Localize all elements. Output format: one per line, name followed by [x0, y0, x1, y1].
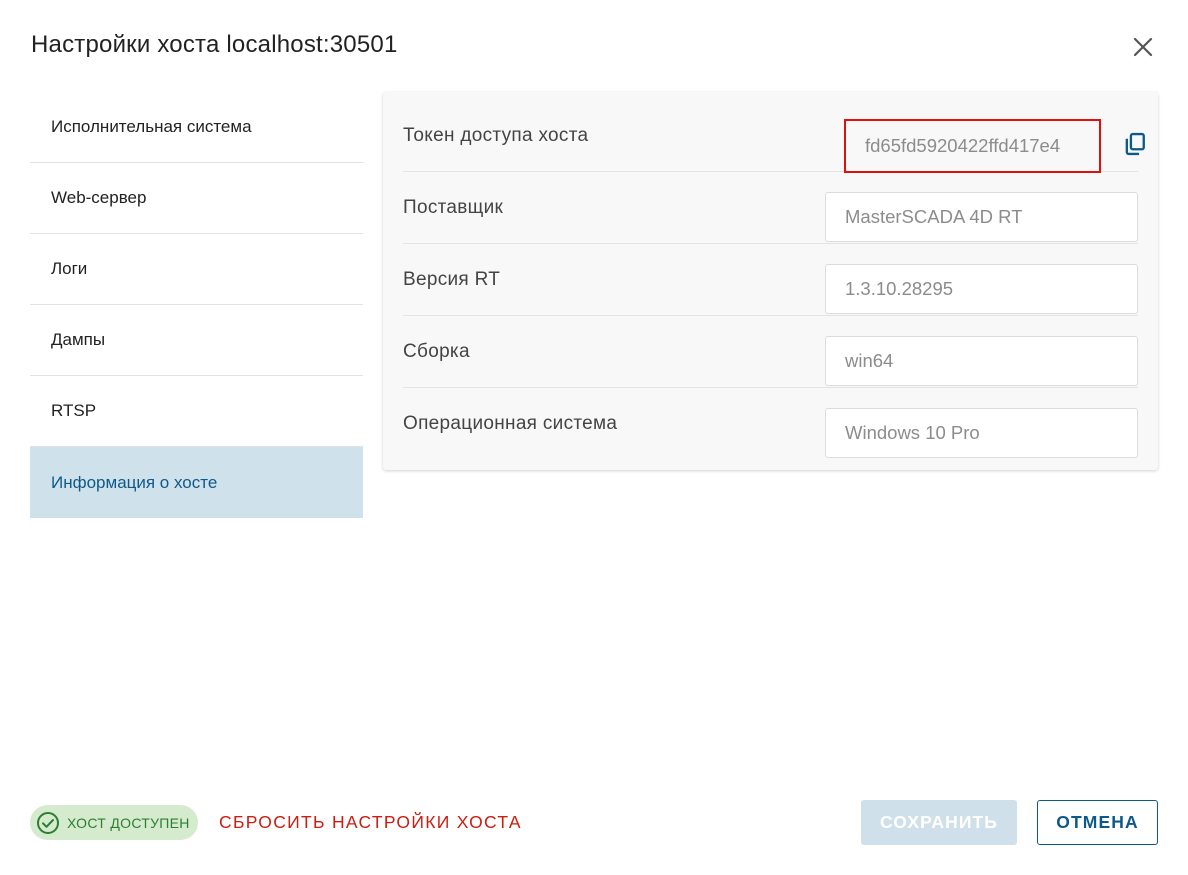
save-button[interactable]: СОХРАНИТЬ: [861, 800, 1017, 845]
settings-sidebar: Исполнительная система Web-сервер Логи Д…: [30, 92, 363, 518]
build-field[interactable]: win64: [825, 336, 1138, 386]
close-button[interactable]: [1128, 32, 1158, 62]
host-info-panel: Токен доступа хоста fd65fd5920422ffd417e…: [383, 92, 1158, 470]
sidebar-item-rtsp[interactable]: RTSP: [30, 376, 363, 447]
token-field[interactable]: fd65fd5920422ffd417e4: [844, 119, 1101, 173]
host-status-label: ХОСТ ДОСТУПЕН: [67, 814, 190, 831]
sidebar-item-executive-system[interactable]: Исполнительная система: [30, 92, 363, 163]
os-label: Операционная система: [403, 413, 618, 434]
copy-icon: [1125, 132, 1145, 156]
host-status-badge: ХОСТ ДОСТУПЕН: [30, 805, 198, 840]
sidebar-item-label: Исполнительная система: [51, 117, 252, 136]
token-label: Токен доступа хоста: [403, 125, 589, 146]
vendor-label: Поставщик: [403, 197, 504, 218]
rt-version-row: Версия RT 1.3.10.28295: [403, 244, 1138, 316]
rt-version-field[interactable]: 1.3.10.28295: [825, 264, 1138, 314]
sidebar-item-web-server[interactable]: Web-сервер: [30, 163, 363, 234]
sidebar-item-logs[interactable]: Логи: [30, 234, 363, 305]
check-circle-icon: [37, 811, 59, 834]
sidebar-item-label: RTSP: [51, 401, 97, 420]
build-label: Сборка: [403, 341, 470, 362]
cancel-button[interactable]: ОТМЕНА: [1037, 800, 1158, 845]
os-field[interactable]: Windows 10 Pro: [825, 408, 1138, 458]
sidebar-item-label: Web-сервер: [51, 188, 147, 207]
sidebar-item-label: Информация о хосте: [51, 472, 218, 492]
os-row: Операционная система Windows 10 Pro: [403, 388, 1138, 460]
close-icon: [1133, 37, 1153, 57]
token-row: Токен доступа хоста fd65fd5920422ffd417e…: [403, 100, 1145, 173]
rt-version-label: Версия RT: [403, 269, 501, 290]
copy-token-button[interactable]: [1121, 130, 1149, 158]
sidebar-item-dumps[interactable]: Дампы: [30, 305, 363, 376]
vendor-field[interactable]: MasterSCADA 4D RT: [825, 192, 1138, 242]
sidebar-item-label: Дампы: [51, 330, 106, 349]
vendor-row: Поставщик MasterSCADA 4D RT: [403, 172, 1138, 244]
sidebar-item-host-info[interactable]: Информация о хосте: [30, 447, 363, 518]
build-row: Сборка win64: [403, 316, 1138, 388]
dialog-title: Настройки хоста localhost:30501: [31, 31, 398, 58]
sidebar-item-label: Логи: [51, 259, 88, 278]
reset-host-settings-button[interactable]: СБРОСИТЬ НАСТРОЙКИ ХОСТА: [219, 812, 522, 833]
